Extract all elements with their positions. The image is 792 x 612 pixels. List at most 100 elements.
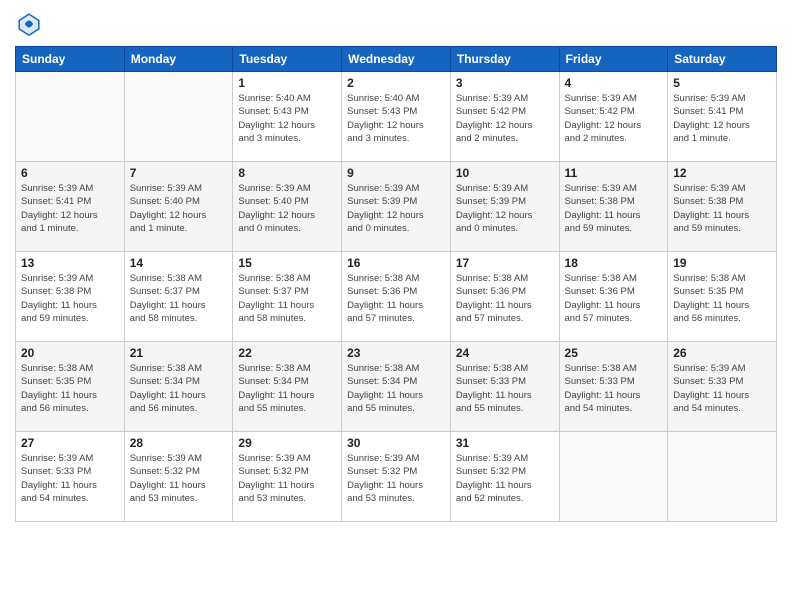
day-number: 30 <box>347 436 445 450</box>
weekday-header-cell: Sunday <box>16 47 125 72</box>
calendar-week-row: 13 Sunrise: 5:39 AM Sunset: 5:38 PM Dayli… <box>16 252 777 342</box>
calendar-day-cell: 30 Sunrise: 5:39 AM Sunset: 5:32 PM Dayli… <box>342 432 451 522</box>
calendar-day-cell: 29 Sunrise: 5:39 AM Sunset: 5:32 PM Dayli… <box>233 432 342 522</box>
day-detail: Sunrise: 5:39 AM Sunset: 5:32 PM Dayligh… <box>456 452 554 505</box>
day-number: 11 <box>565 166 663 180</box>
day-detail: Sunrise: 5:38 AM Sunset: 5:35 PM Dayligh… <box>673 272 771 325</box>
day-detail: Sunrise: 5:39 AM Sunset: 5:38 PM Dayligh… <box>673 182 771 235</box>
day-detail: Sunrise: 5:39 AM Sunset: 5:42 PM Dayligh… <box>565 92 663 145</box>
weekday-header-row: SundayMondayTuesdayWednesdayThursdayFrid… <box>16 47 777 72</box>
day-detail: Sunrise: 5:40 AM Sunset: 5:43 PM Dayligh… <box>238 92 336 145</box>
calendar-day-cell: 22 Sunrise: 5:38 AM Sunset: 5:34 PM Dayli… <box>233 342 342 432</box>
calendar-day-cell: 27 Sunrise: 5:39 AM Sunset: 5:33 PM Dayli… <box>16 432 125 522</box>
calendar-day-cell: 31Sunrise: 5:39 AM Sunset: 5:32 PM Dayli… <box>450 432 559 522</box>
day-detail: Sunrise: 5:39 AM Sunset: 5:41 PM Dayligh… <box>673 92 771 145</box>
calendar-day-cell: 13 Sunrise: 5:39 AM Sunset: 5:38 PM Dayli… <box>16 252 125 342</box>
day-detail: Sunrise: 5:38 AM Sunset: 5:37 PM Dayligh… <box>130 272 228 325</box>
day-detail: Sunrise: 5:39 AM Sunset: 5:38 PM Dayligh… <box>21 272 119 325</box>
day-number: 8 <box>238 166 336 180</box>
weekday-header-cell: Wednesday <box>342 47 451 72</box>
day-number: 17 <box>456 256 554 270</box>
calendar-day-cell: 25 Sunrise: 5:38 AM Sunset: 5:33 PM Dayli… <box>559 342 668 432</box>
calendar-day-cell: 23 Sunrise: 5:38 AM Sunset: 5:34 PM Dayli… <box>342 342 451 432</box>
weekday-header-cell: Tuesday <box>233 47 342 72</box>
day-number: 25 <box>565 346 663 360</box>
calendar-day-cell: 20Sunrise: 5:38 AM Sunset: 5:35 PM Dayli… <box>16 342 125 432</box>
calendar-day-cell: 19 Sunrise: 5:38 AM Sunset: 5:35 PM Dayli… <box>668 252 777 342</box>
calendar-day-cell: 6 Sunrise: 5:39 AM Sunset: 5:41 PM Daylig… <box>16 162 125 252</box>
calendar-day-cell: 15Sunrise: 5:38 AM Sunset: 5:37 PM Dayli… <box>233 252 342 342</box>
day-detail: Sunrise: 5:38 AM Sunset: 5:36 PM Dayligh… <box>456 272 554 325</box>
calendar-week-row: 1Sunrise: 5:40 AM Sunset: 5:43 PM Daylig… <box>16 72 777 162</box>
calendar-day-cell: 9 Sunrise: 5:39 AM Sunset: 5:39 PM Daylig… <box>342 162 451 252</box>
day-detail: Sunrise: 5:39 AM Sunset: 5:33 PM Dayligh… <box>21 452 119 505</box>
logo <box>15 10 47 38</box>
page-header <box>15 10 777 38</box>
calendar-day-cell: 7 Sunrise: 5:39 AM Sunset: 5:40 PM Daylig… <box>124 162 233 252</box>
day-detail: Sunrise: 5:39 AM Sunset: 5:41 PM Dayligh… <box>21 182 119 235</box>
day-number: 6 <box>21 166 119 180</box>
day-number: 9 <box>347 166 445 180</box>
day-detail: Sunrise: 5:39 AM Sunset: 5:33 PM Dayligh… <box>673 362 771 415</box>
calendar-day-cell <box>559 432 668 522</box>
day-detail: Sunrise: 5:39 AM Sunset: 5:32 PM Dayligh… <box>347 452 445 505</box>
calendar-week-row: 27 Sunrise: 5:39 AM Sunset: 5:33 PM Dayli… <box>16 432 777 522</box>
day-number: 13 <box>21 256 119 270</box>
day-detail: Sunrise: 5:39 AM Sunset: 5:32 PM Dayligh… <box>130 452 228 505</box>
day-detail: Sunrise: 5:39 AM Sunset: 5:40 PM Dayligh… <box>130 182 228 235</box>
day-detail: Sunrise: 5:38 AM Sunset: 5:34 PM Dayligh… <box>347 362 445 415</box>
calendar-day-cell: 11 Sunrise: 5:39 AM Sunset: 5:38 PM Dayli… <box>559 162 668 252</box>
day-detail: Sunrise: 5:38 AM Sunset: 5:34 PM Dayligh… <box>130 362 228 415</box>
calendar-day-cell: 28Sunrise: 5:39 AM Sunset: 5:32 PM Dayli… <box>124 432 233 522</box>
day-detail: Sunrise: 5:39 AM Sunset: 5:40 PM Dayligh… <box>238 182 336 235</box>
calendar-day-cell: 5 Sunrise: 5:39 AM Sunset: 5:41 PM Daylig… <box>668 72 777 162</box>
day-number: 12 <box>673 166 771 180</box>
day-detail: Sunrise: 5:38 AM Sunset: 5:33 PM Dayligh… <box>456 362 554 415</box>
day-detail: Sunrise: 5:39 AM Sunset: 5:39 PM Dayligh… <box>347 182 445 235</box>
calendar-day-cell: 4 Sunrise: 5:39 AM Sunset: 5:42 PM Daylig… <box>559 72 668 162</box>
day-detail: Sunrise: 5:38 AM Sunset: 5:34 PM Dayligh… <box>238 362 336 415</box>
weekday-header-cell: Friday <box>559 47 668 72</box>
day-number: 23 <box>347 346 445 360</box>
day-number: 29 <box>238 436 336 450</box>
day-number: 4 <box>565 76 663 90</box>
weekday-header-cell: Thursday <box>450 47 559 72</box>
calendar-day-cell: 2 Sunrise: 5:40 AM Sunset: 5:43 PM Daylig… <box>342 72 451 162</box>
calendar-week-row: 6 Sunrise: 5:39 AM Sunset: 5:41 PM Daylig… <box>16 162 777 252</box>
day-detail: Sunrise: 5:39 AM Sunset: 5:42 PM Dayligh… <box>456 92 554 145</box>
calendar-day-cell: 16Sunrise: 5:38 AM Sunset: 5:36 PM Dayli… <box>342 252 451 342</box>
calendar-day-cell: 24 Sunrise: 5:38 AM Sunset: 5:33 PM Dayli… <box>450 342 559 432</box>
calendar-day-cell: 18 Sunrise: 5:38 AM Sunset: 5:36 PM Dayli… <box>559 252 668 342</box>
day-detail: Sunrise: 5:39 AM Sunset: 5:38 PM Dayligh… <box>565 182 663 235</box>
day-detail: Sunrise: 5:39 AM Sunset: 5:39 PM Dayligh… <box>456 182 554 235</box>
weekday-header-cell: Saturday <box>668 47 777 72</box>
day-number: 5 <box>673 76 771 90</box>
calendar-day-cell <box>16 72 125 162</box>
day-number: 7 <box>130 166 228 180</box>
day-detail: Sunrise: 5:38 AM Sunset: 5:33 PM Dayligh… <box>565 362 663 415</box>
calendar-day-cell <box>124 72 233 162</box>
calendar-day-cell: 26 Sunrise: 5:39 AM Sunset: 5:33 PM Dayli… <box>668 342 777 432</box>
day-detail: Sunrise: 5:40 AM Sunset: 5:43 PM Dayligh… <box>347 92 445 145</box>
day-detail: Sunrise: 5:38 AM Sunset: 5:37 PM Dayligh… <box>238 272 336 325</box>
day-number: 26 <box>673 346 771 360</box>
calendar-day-cell: 1Sunrise: 5:40 AM Sunset: 5:43 PM Daylig… <box>233 72 342 162</box>
calendar-week-row: 20Sunrise: 5:38 AM Sunset: 5:35 PM Dayli… <box>16 342 777 432</box>
calendar-day-cell: 17 Sunrise: 5:38 AM Sunset: 5:36 PM Dayli… <box>450 252 559 342</box>
day-number: 24 <box>456 346 554 360</box>
day-number: 16 <box>347 256 445 270</box>
weekday-header-cell: Monday <box>124 47 233 72</box>
day-detail: Sunrise: 5:39 AM Sunset: 5:32 PM Dayligh… <box>238 452 336 505</box>
calendar-day-cell: 21Sunrise: 5:38 AM Sunset: 5:34 PM Dayli… <box>124 342 233 432</box>
day-detail: Sunrise: 5:38 AM Sunset: 5:35 PM Dayligh… <box>21 362 119 415</box>
calendar-table: SundayMondayTuesdayWednesdayThursdayFrid… <box>15 46 777 522</box>
day-number: 19 <box>673 256 771 270</box>
calendar-day-cell: 14Sunrise: 5:38 AM Sunset: 5:37 PM Dayli… <box>124 252 233 342</box>
calendar-body: 1Sunrise: 5:40 AM Sunset: 5:43 PM Daylig… <box>16 72 777 522</box>
day-detail: Sunrise: 5:38 AM Sunset: 5:36 PM Dayligh… <box>565 272 663 325</box>
day-number: 22 <box>238 346 336 360</box>
day-number: 2 <box>347 76 445 90</box>
day-number: 3 <box>456 76 554 90</box>
day-number: 27 <box>21 436 119 450</box>
day-number: 18 <box>565 256 663 270</box>
